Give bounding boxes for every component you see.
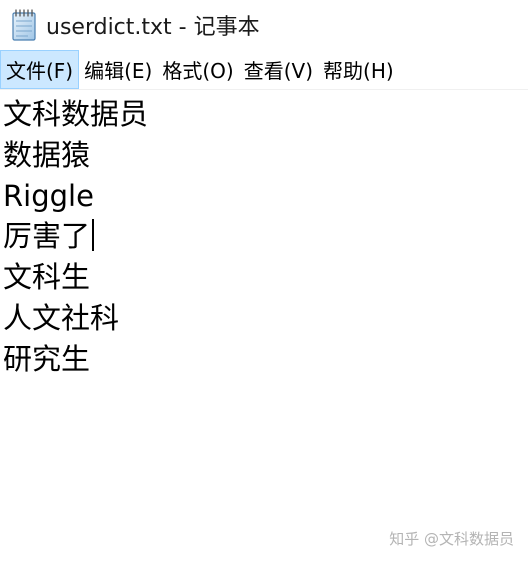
- text-line-content: 文科数据员: [3, 97, 149, 131]
- text-line-content: 人文社科: [3, 300, 120, 335]
- menu-format-label: 格式(O): [162, 59, 234, 83]
- notepad-icon[interactable]: [10, 8, 38, 42]
- text-line[interactable]: 人文社科: [3, 298, 528, 339]
- menu-file-label: 文件(F): [6, 59, 74, 83]
- menu-bar: 文件(F) 编辑(E) 格式(O) 查看(V) 帮助(H): [0, 50, 528, 90]
- title-bar: userdict.txt - 记事本: [0, 0, 528, 50]
- text-line-content: 数据猿: [3, 137, 91, 172]
- menu-view-label: 查看(V): [243, 59, 314, 83]
- menu-format[interactable]: 格式(O): [157, 50, 238, 89]
- text-line-content: 文科生: [3, 260, 91, 295]
- text-line-content: Riggle: [3, 178, 94, 213]
- menu-help-label: 帮助(H): [323, 59, 394, 83]
- menu-help[interactable]: 帮助(H): [318, 50, 399, 89]
- window-title: userdict.txt - 记事本: [46, 15, 260, 40]
- menu-edit-label: 编辑(E): [84, 59, 153, 83]
- text-line-content: 厉害了: [3, 219, 91, 254]
- text-line-content: 研究生: [3, 341, 91, 376]
- text-line[interactable]: 厉害了: [3, 216, 528, 257]
- text-line[interactable]: 数据猿: [3, 135, 528, 176]
- text-line[interactable]: 文科数据员: [3, 94, 528, 135]
- text-line[interactable]: 文科生: [3, 257, 528, 298]
- watermark: 知乎 @文科数据员: [389, 530, 514, 548]
- menu-edit[interactable]: 编辑(E): [79, 50, 157, 89]
- text-cursor: [92, 219, 95, 252]
- text-editor-area[interactable]: 文科数据员 数据猿 Riggle 厉害了 文科生 人文社科 研究生: [0, 92, 528, 561]
- text-line[interactable]: Riggle: [3, 176, 528, 217]
- menu-view[interactable]: 查看(V): [239, 50, 318, 89]
- text-line[interactable]: 研究生: [3, 339, 528, 380]
- menu-file[interactable]: 文件(F): [0, 50, 80, 89]
